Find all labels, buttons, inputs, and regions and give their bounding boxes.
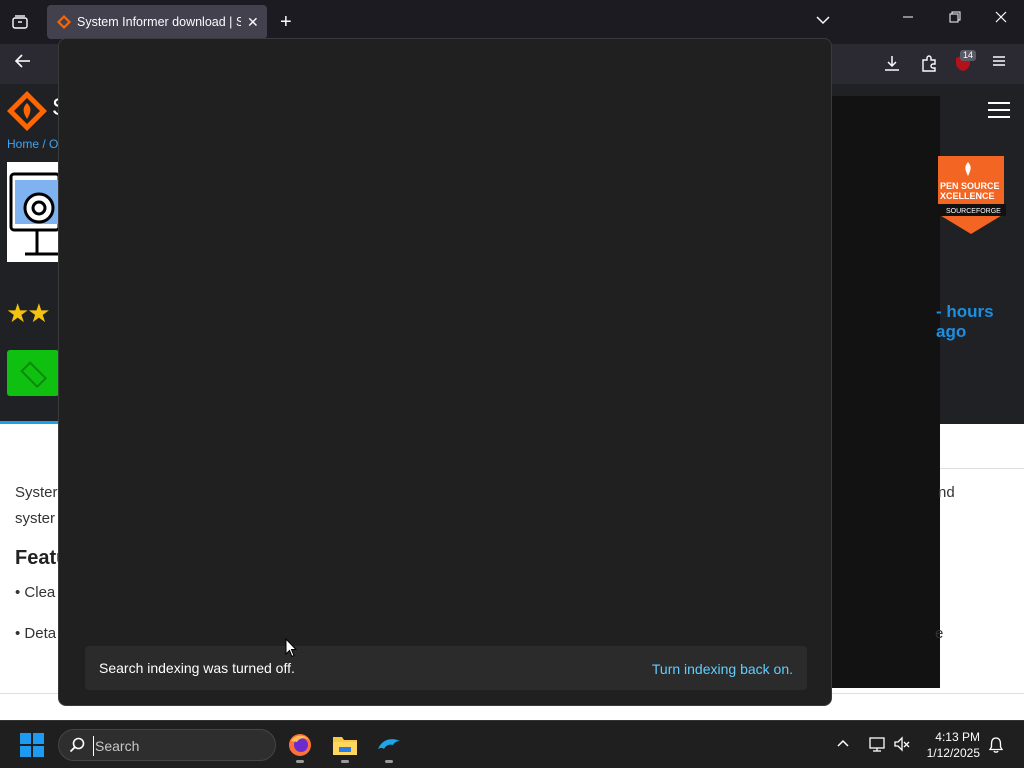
divider bbox=[940, 468, 1024, 469]
clock-time: 4:13 PM bbox=[935, 730, 980, 744]
search-flyout: Search indexing was turned off. Turn ind… bbox=[58, 38, 832, 706]
indexing-message: Search indexing was turned off. bbox=[99, 660, 295, 676]
show-hidden-icons-chevron-icon[interactable] bbox=[836, 735, 850, 751]
system-informer-app-icon bbox=[7, 162, 61, 262]
taskbar: 4:13 PM 1/12/2025 bbox=[0, 720, 1024, 768]
firefox-taskbar-icon[interactable] bbox=[284, 729, 316, 763]
description-line-1: Syster bbox=[15, 484, 58, 501]
browser-tab-active[interactable]: System Informer download | Sc ✕ bbox=[47, 5, 267, 39]
dolphin-app-taskbar-icon[interactable] bbox=[373, 729, 405, 763]
windows-start-icon[interactable] bbox=[20, 733, 44, 757]
mouse-cursor-icon bbox=[285, 638, 297, 658]
extensions-puzzle-icon[interactable] bbox=[920, 54, 938, 77]
open-source-excellence-badge: PEN SOURCE XCELLENCE SOURCEFORGE bbox=[938, 156, 1006, 234]
sourceforge-logo-icon[interactable] bbox=[6, 90, 48, 132]
rating-stars: ★★ bbox=[6, 298, 51, 328]
svg-text:SOURCEFORGE: SOURCEFORGE bbox=[946, 208, 1001, 215]
tab-indicator bbox=[0, 421, 58, 424]
description-line-2: syster bbox=[15, 510, 56, 527]
svg-text:XCELLENCE: XCELLENCE bbox=[940, 191, 995, 201]
close-window-icon[interactable] bbox=[986, 10, 1016, 26]
network-icon[interactable] bbox=[868, 735, 886, 753]
restore-window-icon[interactable] bbox=[940, 10, 970, 26]
clock-date: 1/12/2025 bbox=[926, 746, 980, 760]
search-icon bbox=[69, 737, 85, 753]
tab-list-icon[interactable] bbox=[8, 10, 32, 34]
new-tab-button[interactable]: + bbox=[280, 11, 292, 33]
indexing-banner: Search indexing was turned off. Turn ind… bbox=[85, 646, 807, 690]
feature-bullet-1: • Clea bbox=[15, 584, 56, 601]
tab-title: System Informer download | Sc bbox=[77, 15, 241, 29]
download-button[interactable] bbox=[7, 350, 59, 396]
downloads-icon[interactable] bbox=[883, 54, 901, 77]
extension-count-badge: 14 bbox=[960, 50, 977, 61]
page-dark-panel bbox=[830, 96, 940, 688]
minimize-window-icon[interactable] bbox=[893, 10, 923, 26]
breadcrumb[interactable]: Home / O bbox=[7, 137, 58, 151]
back-arrow-icon[interactable] bbox=[14, 53, 32, 74]
app-menu-icon[interactable] bbox=[991, 54, 1007, 73]
turn-indexing-on-link[interactable]: Turn indexing back on. bbox=[652, 661, 793, 677]
file-explorer-taskbar-icon[interactable] bbox=[329, 729, 361, 763]
search-input[interactable] bbox=[93, 736, 263, 756]
feature-bullet-2: • Deta bbox=[15, 625, 57, 642]
list-all-tabs-icon[interactable] bbox=[816, 12, 830, 28]
system-clock[interactable]: 4:13 PM 1/12/2025 bbox=[918, 729, 980, 761]
tab-close-icon[interactable]: ✕ bbox=[247, 14, 259, 31]
svg-text:PEN SOURCE: PEN SOURCE bbox=[940, 181, 1000, 191]
taskbar-search-box[interactable] bbox=[58, 729, 276, 761]
site-menu-icon[interactable] bbox=[988, 102, 1010, 123]
notification-bell-icon[interactable] bbox=[988, 736, 1004, 754]
sourceforge-favicon-icon bbox=[57, 15, 71, 29]
volume-muted-icon[interactable] bbox=[893, 735, 911, 753]
updated-time: - hours ago bbox=[936, 302, 994, 341]
feature-bullet-2-end: e bbox=[935, 625, 944, 642]
description-line-1-end: nd bbox=[938, 484, 955, 501]
